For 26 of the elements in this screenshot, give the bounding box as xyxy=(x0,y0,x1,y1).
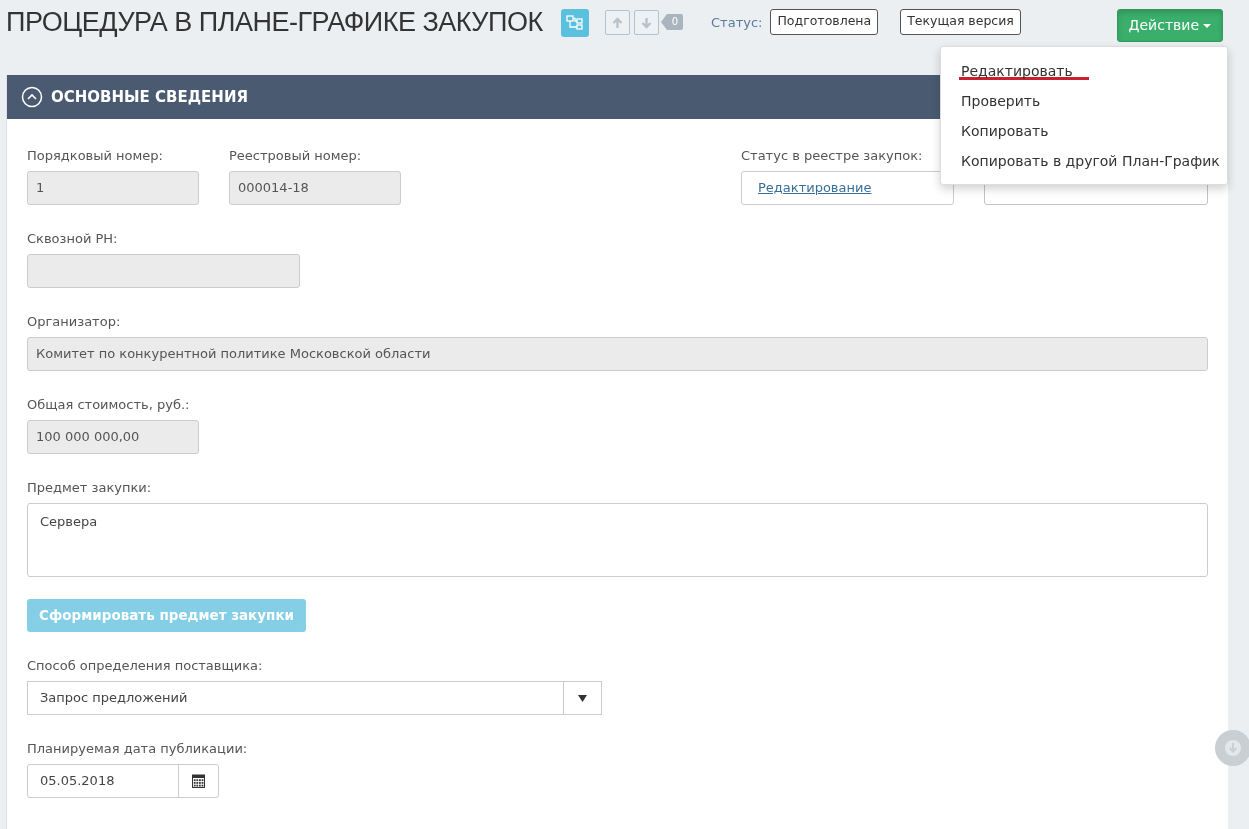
field-label: Реестровый номер: xyxy=(229,147,363,163)
field-label: Планируемая дата публикации: xyxy=(27,740,249,756)
calendar-icon[interactable] xyxy=(192,774,205,788)
status-badge: Текущая версия xyxy=(900,9,1021,35)
arrow-up-icon[interactable] xyxy=(604,10,630,35)
select-field[interactable]: Запрос предложений xyxy=(27,681,602,715)
menu-item[interactable]: Проверить xyxy=(941,86,1227,116)
caret-icon xyxy=(578,694,587,702)
status-badge: Подготовлена xyxy=(770,9,879,35)
field-label: Организатор: xyxy=(27,313,122,329)
field-label: Сквозной РН: xyxy=(27,230,119,246)
field-label: Общая стоимость, руб.: xyxy=(27,396,191,412)
field-label: Порядковый номер: xyxy=(27,147,164,163)
scroll-down-icon[interactable] xyxy=(1215,730,1249,766)
field-label: Способ определения поставщика: xyxy=(27,657,264,673)
menu-item[interactable]: Копировать в другой План-График xyxy=(941,146,1227,176)
tree-icon[interactable] xyxy=(560,9,589,37)
text-area[interactable]: Сервера xyxy=(27,503,1208,577)
collapse-icon[interactable] xyxy=(21,86,43,108)
field-label: Статус в реестре закупок: xyxy=(741,147,924,163)
status-label: Статус: xyxy=(711,14,763,32)
field-label: Предмет закупки: xyxy=(27,479,153,495)
date-field[interactable]: 05.05.2018 xyxy=(27,764,219,798)
arrow-down-icon[interactable] xyxy=(633,10,659,35)
menu-item[interactable]: Копировать xyxy=(941,116,1227,146)
page-title: ПРОЦЕДУРА В ПЛАНЕ-ГРАФИКЕ ЗАКУПОК xyxy=(6,6,543,39)
